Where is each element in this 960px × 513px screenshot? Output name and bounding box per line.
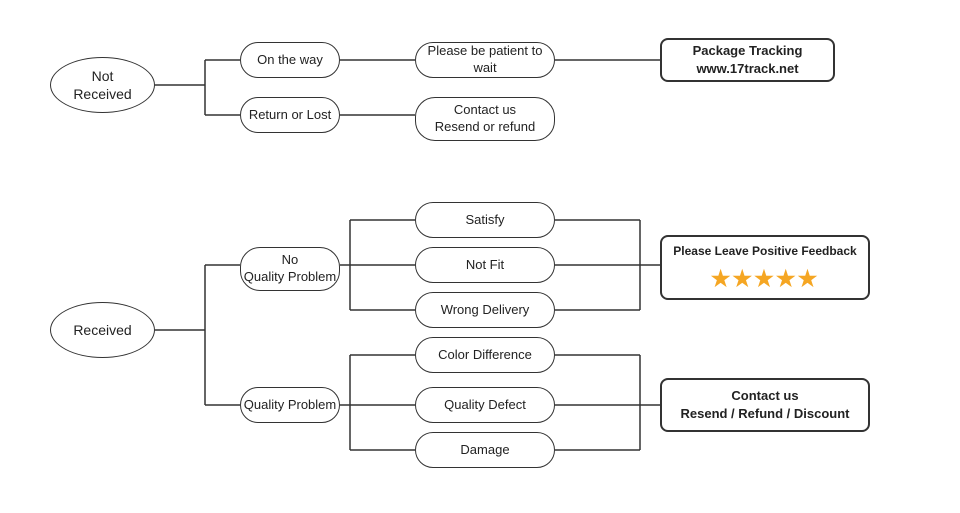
return-or-lost-node: Return or Lost: [240, 97, 340, 133]
damage-node: Damage: [415, 432, 555, 468]
quality-defect-node: Quality Defect: [415, 387, 555, 423]
on-the-way-node: On the way: [240, 42, 340, 78]
wrong-delivery-node: Wrong Delivery: [415, 292, 555, 328]
satisfy-node: Satisfy: [415, 202, 555, 238]
received-node: Received: [50, 302, 155, 358]
positive-feedback-node: Please Leave Positive Feedback ★★★★★: [660, 235, 870, 300]
not-received-node: Not Received: [50, 57, 155, 113]
color-difference-node: Color Difference: [415, 337, 555, 373]
patient-node: Please be patient to wait: [415, 42, 555, 78]
no-quality-problem-node: No Quality Problem: [240, 247, 340, 291]
contact-us-2-node: Contact us Resend / Refund / Discount: [660, 378, 870, 432]
quality-problem-node: Quality Problem: [240, 387, 340, 423]
package-tracking-node: Package Tracking www.17track.net: [660, 38, 835, 82]
contact-resend-node: Contact us Resend or refund: [415, 97, 555, 141]
not-fit-node: Not Fit: [415, 247, 555, 283]
stars-display: ★★★★★: [711, 264, 820, 295]
